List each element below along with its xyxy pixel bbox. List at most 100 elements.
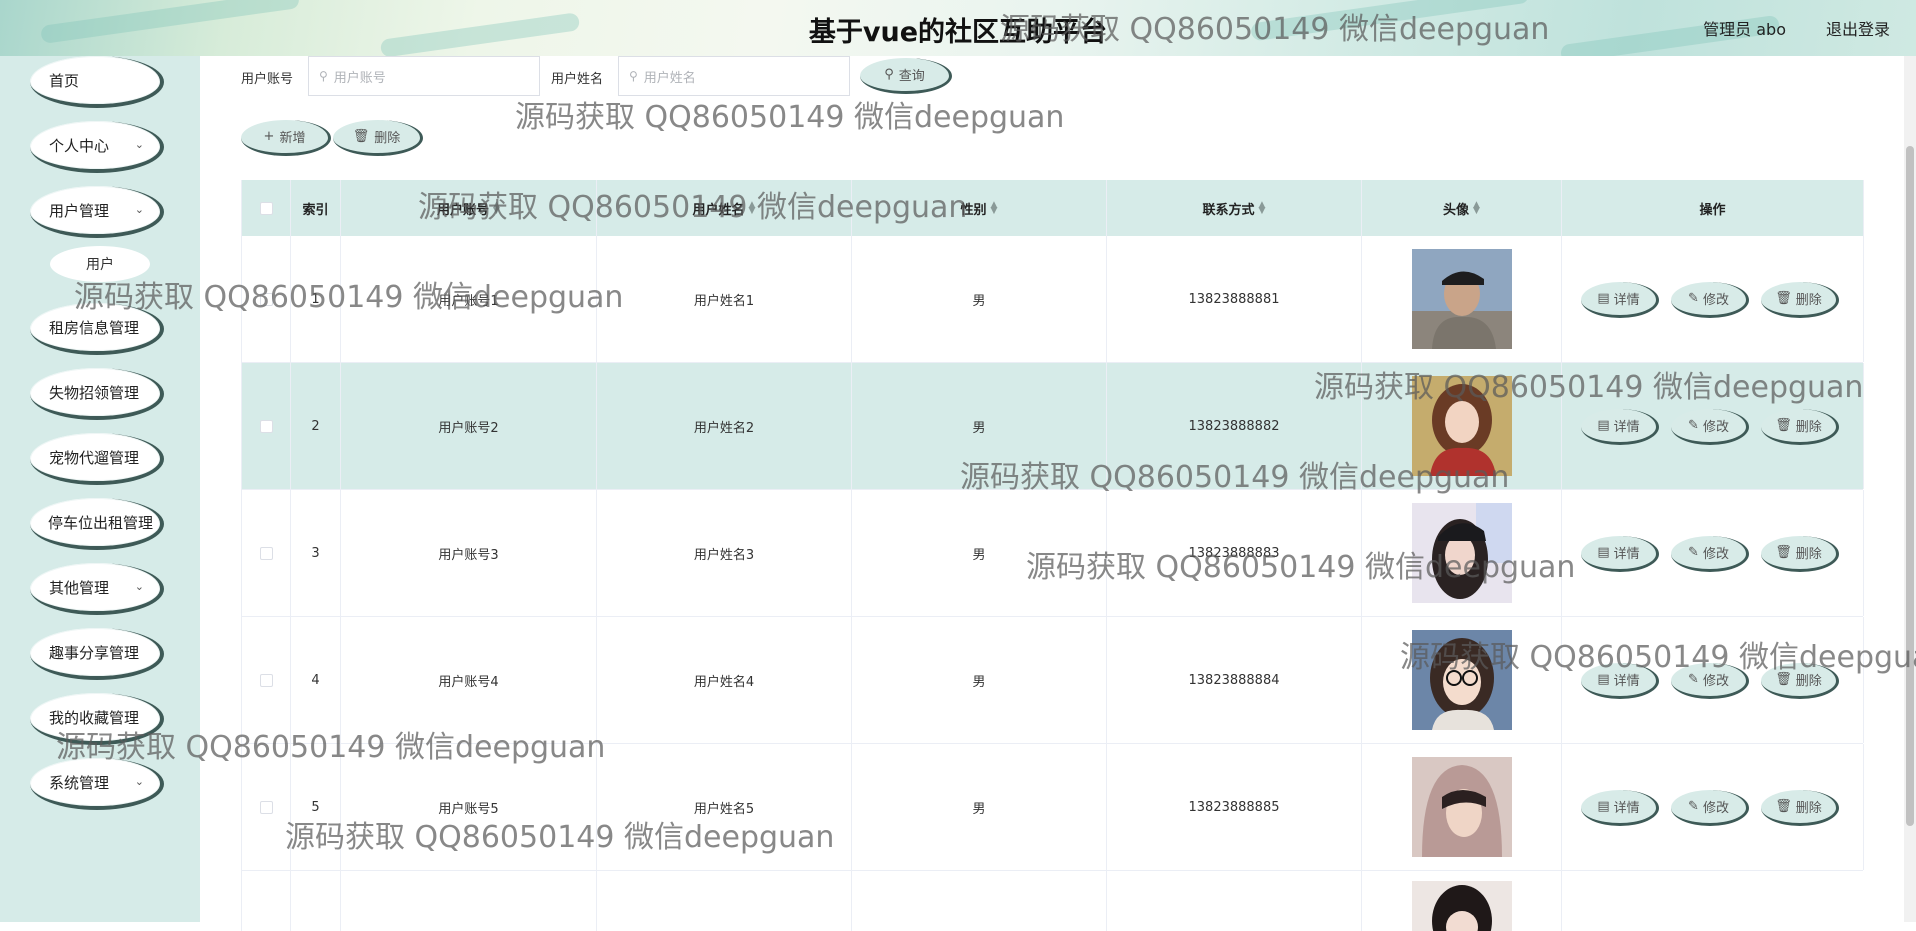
edit-button[interactable]: ✎ 修改 (1671, 790, 1749, 826)
edit-button[interactable]: ✎ 修改 (1671, 282, 1749, 318)
column-header-index: 索引 (291, 180, 341, 236)
sort-icon: ▲ ▼ (990, 200, 998, 216)
name-label: 用户姓名 (551, 72, 604, 87)
page-scrollbar[interactable] (1904, 56, 1916, 922)
chevron-down-icon: ⌄ (134, 203, 144, 216)
sidebar-item-other[interactable]: 其他管理 ⌄ (30, 563, 164, 615)
name-search-input[interactable]: ⚲ 用户姓名 (618, 56, 850, 96)
sidebar-item-personal-center[interactable]: 个人中心 ⌄ (30, 121, 164, 173)
column-header-avatar[interactable]: 头像 ▲ ▼ (1362, 180, 1562, 236)
add-button-label: 新增 (279, 131, 306, 146)
index-cell: 5 (291, 744, 341, 870)
actions-cell (1562, 871, 1863, 931)
sidebar: 首页 个人中心 ⌄ 用户管理 ⌄ 用户 租房信息管理 失物招领管理 宠物代遛管理… (0, 56, 200, 922)
gender-cell (852, 871, 1107, 931)
row-checkbox[interactable] (259, 800, 273, 814)
edit-button[interactable]: ✎ 修改 (1671, 409, 1749, 445)
main-content: 用户账号 ⚲ 用户账号 用户姓名 ⚲ 用户姓名 ⚲ 查询 + 新增 🗑 删除 索… (200, 56, 1916, 931)
account-search-input[interactable]: ⚲ 用户账号 (308, 56, 540, 96)
account-cell: 用户账号5 (341, 744, 597, 870)
sidebar-item-label: 个人中心 (49, 136, 110, 155)
name-cell: 用户姓名5 (597, 744, 852, 870)
actions-cell: ▤ 详情 ✎ 修改 🗑 删除 (1562, 617, 1864, 743)
gender-cell: 男 (852, 617, 1107, 743)
row-select-cell (242, 490, 291, 616)
sidebar-item-system[interactable]: 系统管理 ⌄ (30, 758, 164, 810)
row-checkbox[interactable] (259, 292, 273, 306)
sidebar-item-label: 系统管理 (49, 773, 110, 792)
query-button[interactable]: ⚲ 查询 (860, 58, 952, 94)
search-icon: ⚲ (629, 69, 638, 83)
sidebar-item-favorites[interactable]: 我的收藏管理 (30, 693, 164, 745)
document-icon: ▤ (1597, 291, 1610, 306)
actions-cell: ▤ 详情 ✎ 修改 🗑 删除 (1562, 236, 1864, 362)
detail-button-label: 详情 (1613, 801, 1640, 816)
sidebar-item-home[interactable]: 首页 (30, 56, 164, 108)
edit-button-label: 修改 (1702, 674, 1729, 689)
row-select-cell (242, 617, 291, 743)
sidebar-item-rental[interactable]: 租房信息管理 (30, 303, 164, 355)
edit-button-label: 修改 (1702, 801, 1729, 816)
delete-button-label: 删除 (1795, 547, 1822, 562)
column-header-phone[interactable]: 联系方式 ▲ ▼ (1107, 180, 1362, 236)
add-button[interactable]: + 新增 (241, 120, 331, 156)
avatar-cell (1362, 617, 1562, 743)
detail-button[interactable]: ▤ 详情 (1581, 790, 1659, 826)
avatar-image (1411, 757, 1512, 857)
sidebar-item-parking[interactable]: 停车位出租管理 (30, 498, 164, 550)
row-select-cell (242, 871, 291, 931)
document-icon: ▤ (1597, 672, 1610, 687)
edit-button-label: 修改 (1702, 420, 1729, 435)
select-all-checkbox[interactable] (259, 201, 273, 215)
name-cell (597, 871, 852, 931)
row-checkbox[interactable] (259, 673, 273, 687)
sidebar-item-label: 我的收藏管理 (49, 708, 140, 727)
row-checkbox[interactable] (259, 546, 273, 560)
delete-button[interactable]: 🗑 删除 (1761, 663, 1839, 699)
document-icon: ▤ (1597, 545, 1610, 560)
sidebar-item-pet-walking[interactable]: 宠物代遛管理 (30, 433, 164, 485)
avatar-cell (1362, 236, 1562, 362)
edit-button[interactable]: ✎ 修改 (1671, 536, 1749, 572)
delete-button[interactable]: 🗑 删除 (1761, 790, 1839, 826)
column-header-account[interactable]: 用户账号 ▲ ▼ (341, 180, 597, 236)
logout-link[interactable]: 退出登录 (1826, 16, 1890, 40)
detail-button[interactable]: ▤ 详情 (1581, 282, 1659, 318)
row-checkbox[interactable] (259, 419, 273, 433)
detail-button[interactable]: ▤ 详情 (1581, 409, 1659, 445)
sidebar-item-label: 宠物代遛管理 (49, 448, 140, 467)
edit-button[interactable]: ✎ 修改 (1671, 663, 1749, 699)
avatar-image (1411, 881, 1512, 931)
delete-button[interactable]: 🗑 删除 (1761, 282, 1839, 318)
detail-button[interactable]: ▤ 详情 (1581, 536, 1659, 572)
actions-cell: ▤ 详情 ✎ 修改 🗑 删除 (1562, 744, 1864, 870)
account-cell: 用户账号2 (341, 363, 597, 489)
column-header-gender[interactable]: 性别 ▲ ▼ (852, 180, 1107, 236)
detail-button-label: 详情 (1613, 674, 1640, 689)
name-cell: 用户姓名4 (597, 617, 852, 743)
sidebar-subitem-user[interactable]: 用户 (50, 246, 150, 282)
edit-button-label: 修改 (1702, 547, 1729, 562)
sidebar-item-user-management[interactable]: 用户管理 ⌄ (30, 186, 164, 238)
sidebar-item-lost-found[interactable]: 失物招领管理 (30, 368, 164, 420)
phone-cell: 13823888881 (1107, 236, 1362, 362)
delete-button[interactable]: 🗑 删除 (1761, 409, 1839, 445)
account-cell: 用户账号4 (341, 617, 597, 743)
column-header-label: 用户姓名 (692, 202, 745, 218)
sort-icon: ▲ ▼ (1258, 200, 1266, 216)
table-row (242, 871, 1863, 931)
account-cell: 用户账号3 (341, 490, 597, 616)
name-cell: 用户姓名1 (597, 236, 852, 362)
detail-button[interactable]: ▤ 详情 (1581, 663, 1659, 699)
avatar-image (1411, 630, 1512, 730)
column-header-label: 性别 (960, 202, 987, 218)
gender-cell: 男 (852, 236, 1107, 362)
delete-button[interactable]: 🗑 删除 (1761, 536, 1839, 572)
sidebar-item-label: 停车位出租管理 (48, 513, 154, 532)
sidebar-item-fun-share[interactable]: 趣事分享管理 (30, 628, 164, 680)
batch-delete-button[interactable]: 🗑 删除 (333, 120, 423, 156)
column-header-name[interactable]: 用户姓名 ▲ ▼ (597, 180, 852, 236)
scrollbar-thumb[interactable] (1906, 146, 1914, 826)
document-icon: ▤ (1597, 799, 1610, 814)
sidebar-item-label: 其他管理 (49, 578, 110, 597)
